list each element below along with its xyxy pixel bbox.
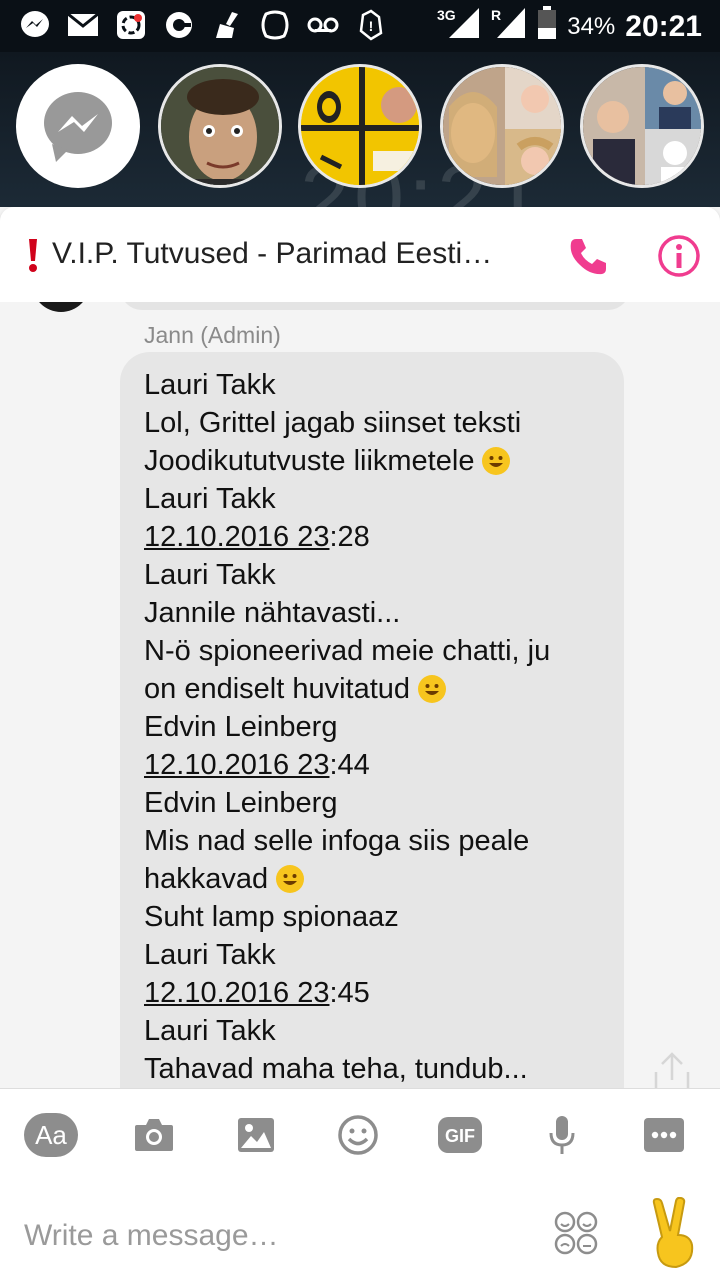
conversation-title[interactable]: V.I.P. Tutvused - Parimad Eesti… bbox=[52, 237, 492, 271]
message-line-text: Lauri Takk bbox=[144, 559, 276, 591]
status-bar: ! 3G R 34% 20:21 bbox=[0, 0, 720, 52]
exclamation-icon bbox=[24, 237, 42, 273]
camera-icon[interactable] bbox=[126, 1107, 182, 1163]
call-icon[interactable] bbox=[566, 235, 610, 279]
sync-app-icon bbox=[114, 8, 148, 42]
chat-head-avatar-4[interactable] bbox=[580, 64, 704, 188]
gallery-icon[interactable] bbox=[228, 1107, 284, 1163]
message-line: hakkavad bbox=[144, 860, 614, 898]
victory-hand-icon[interactable] bbox=[644, 1196, 704, 1269]
message-line: Suht lamp spionaaz bbox=[144, 898, 614, 936]
more-options-icon[interactable] bbox=[636, 1107, 692, 1163]
message-input[interactable] bbox=[24, 1211, 524, 1261]
message-line: 12.10.2016 23:28 bbox=[144, 518, 614, 556]
system-indicators: 3G R 34% 20:21 bbox=[437, 6, 702, 47]
microphone-icon[interactable] bbox=[534, 1107, 590, 1163]
svg-text:GIF: GIF bbox=[445, 1126, 475, 1146]
message-line-text: Edvin Leinberg bbox=[144, 711, 338, 743]
voicemail-icon bbox=[306, 8, 340, 42]
message-line-text: Mis nad selle infoga siis peale bbox=[144, 825, 530, 857]
message-line-text: hakkavad bbox=[144, 863, 269, 895]
smiley-emoji-icon bbox=[418, 675, 447, 703]
info-icon[interactable] bbox=[656, 233, 702, 279]
message-line: 12.10.2016 23:45 bbox=[144, 974, 614, 1012]
svg-text:R: R bbox=[491, 7, 501, 23]
battery-icon bbox=[537, 6, 557, 47]
message-line: Mis nad selle infoga siis peale bbox=[144, 822, 614, 860]
message-line-text: on endiselt huvitatud bbox=[144, 673, 411, 705]
text-mode-button[interactable]: Aa bbox=[24, 1113, 78, 1157]
shape-icon bbox=[258, 8, 292, 42]
smiley-emoji-icon bbox=[276, 865, 305, 893]
message-line: Edvin Leinberg bbox=[144, 708, 614, 746]
gif-button[interactable]: GIF bbox=[432, 1107, 488, 1163]
message-line-text: Lauri Takk bbox=[144, 483, 276, 515]
timestamp-link[interactable]: 12.10.2016 23 bbox=[144, 518, 329, 556]
timestamp-link[interactable]: 12.10.2016 23 bbox=[144, 746, 329, 784]
mail-icon bbox=[66, 8, 100, 42]
message-line-text: Jannile nähtavasti... bbox=[144, 597, 401, 629]
message-line-text: Joodikututvuste liikmetele bbox=[144, 445, 475, 477]
message-line: Lauri Takk bbox=[144, 936, 614, 974]
messenger-icon bbox=[44, 92, 112, 162]
hand-alert-icon: ! bbox=[354, 8, 388, 42]
messenger-notification-icon bbox=[18, 8, 52, 42]
sender-name: Jann (Admin) bbox=[144, 322, 281, 348]
svg-text:!: ! bbox=[369, 18, 374, 34]
message-line-text: Lauri Takk bbox=[144, 1015, 276, 1047]
cleaner-icon bbox=[210, 8, 244, 42]
message-line: on endiselt huvitatud bbox=[144, 670, 614, 708]
smiley-emoji-icon bbox=[482, 447, 511, 475]
messenger-chat-head[interactable] bbox=[16, 64, 140, 188]
previous-sender-avatar bbox=[32, 302, 90, 312]
message-line: Lauri Takk bbox=[144, 366, 614, 404]
message-line-text: :44 bbox=[329, 749, 370, 781]
message-line-text: Edvin Leinberg bbox=[144, 787, 338, 819]
stickers-icon[interactable] bbox=[554, 1211, 598, 1255]
signal-roaming-icon: R bbox=[491, 6, 527, 47]
chat-heads-bar: 20:21 bbox=[0, 52, 720, 207]
clock: 20:21 bbox=[625, 9, 702, 43]
chat-head-avatar-1[interactable] bbox=[158, 64, 282, 188]
conversation-header: V.I.P. Tutvused - Parimad Eesti… bbox=[0, 207, 720, 302]
notification-icons: ! bbox=[18, 8, 388, 42]
battery-percent: 34% bbox=[567, 12, 616, 40]
message-text: Lauri Takk Lol, Grittel jagab siinset tek… bbox=[144, 366, 614, 1088]
chat-head-avatar-3[interactable] bbox=[440, 64, 564, 188]
opera-icon bbox=[162, 8, 196, 42]
message-line: Lol, Grittel jagab siinset teksti bbox=[144, 404, 614, 442]
emoji-icon[interactable] bbox=[330, 1107, 386, 1163]
avatar-image bbox=[161, 67, 279, 185]
message-line: Lauri Takk bbox=[144, 1012, 614, 1050]
composer: Aa GIF bbox=[0, 1088, 720, 1280]
message-line-text: Lol, Grittel jagab siinset teksti bbox=[144, 407, 522, 439]
message-line-text: :45 bbox=[329, 977, 370, 1009]
avatar-image bbox=[443, 67, 561, 185]
message-line-text: :28 bbox=[329, 521, 370, 553]
message-line: Lauri Takk bbox=[144, 556, 614, 594]
message-thread[interactable]: Jann (Admin) Lauri Takk Lol, Grittel jaga… bbox=[0, 302, 720, 1088]
message-line-text: N-ö spioneerivad meie chatti, ju bbox=[144, 635, 551, 667]
previous-message-bubble bbox=[120, 302, 630, 310]
signal-3g-icon: 3G bbox=[437, 6, 481, 47]
message-line: Jannile nähtavasti... bbox=[144, 594, 614, 632]
message-line-text: Suht lamp spionaaz bbox=[144, 901, 399, 933]
message-line: Lauri Takk bbox=[144, 480, 614, 518]
message-line: Edvin Leinberg bbox=[144, 784, 614, 822]
message-line: Tahavad maha teha, tundub... bbox=[144, 1050, 614, 1088]
share-icon[interactable] bbox=[650, 1050, 694, 1088]
svg-text:3G: 3G bbox=[437, 7, 456, 23]
avatar-image bbox=[583, 67, 701, 185]
timestamp-link[interactable]: 12.10.2016 23 bbox=[144, 974, 329, 1012]
message-line: 12.10.2016 23:44 bbox=[144, 746, 614, 784]
message-line: N-ö spioneerivad meie chatti, ju bbox=[144, 632, 614, 670]
message-line-text: Lauri Takk bbox=[144, 939, 276, 971]
message-line-text: Lauri Takk bbox=[144, 369, 276, 401]
chat-head-avatar-2[interactable] bbox=[298, 64, 422, 188]
composer-toolbar: Aa GIF bbox=[0, 1107, 720, 1167]
message-line: Joodikututvuste liikmetele bbox=[144, 442, 614, 480]
message-line-text: Tahavad maha teha, tundub... bbox=[144, 1053, 528, 1085]
